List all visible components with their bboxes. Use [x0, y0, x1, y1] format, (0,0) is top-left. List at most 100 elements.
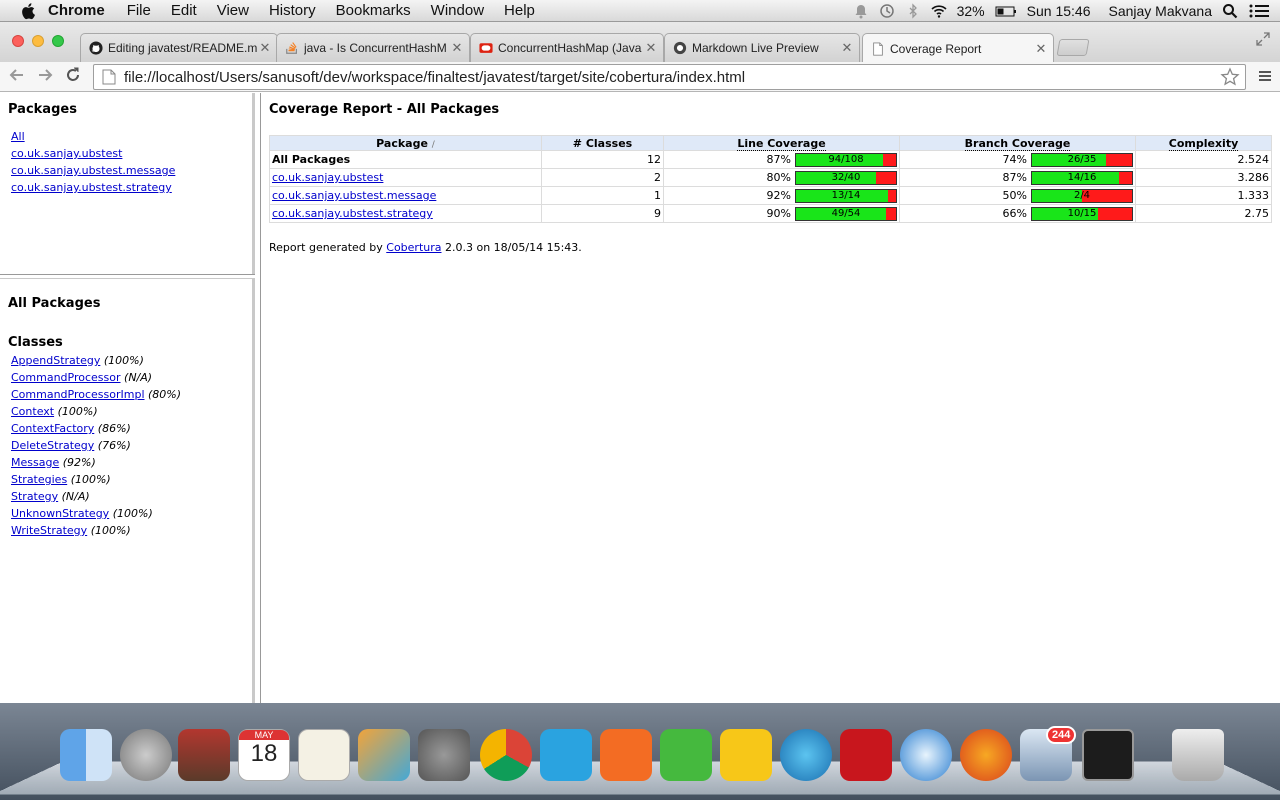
menu-file[interactable]: File [127, 2, 151, 19]
class-link[interactable]: Strategy [11, 490, 58, 503]
menu-view[interactable]: View [217, 2, 249, 19]
menu-history[interactable]: History [269, 2, 316, 19]
tab-title: Markdown Live Preview [692, 41, 819, 55]
column-header-complexity[interactable]: Complexity [1135, 135, 1272, 151]
class-link[interactable]: DeleteStrategy [11, 439, 94, 452]
package-link[interactable]: co.uk.sanjay.ubstest.message [11, 164, 175, 177]
class-link[interactable]: Strategies [11, 473, 67, 486]
package-link[interactable]: co.uk.sanjay.ubstest [11, 147, 122, 160]
outlook-icon[interactable] [720, 729, 772, 781]
tab-close-icon[interactable]: ✕ [257, 40, 273, 56]
bluetooth-icon[interactable] [905, 3, 921, 19]
column-header-package[interactable]: Package / [269, 135, 542, 151]
finder-icon[interactable] [60, 729, 112, 781]
excel-icon[interactable] [660, 729, 712, 781]
zoom-window-button[interactable] [52, 35, 64, 47]
column-header-line-coverage[interactable]: Line Coverage [663, 135, 900, 151]
intellij-icon[interactable] [358, 729, 410, 781]
powerpoint-icon[interactable] [600, 729, 652, 781]
package-link-all[interactable]: All [11, 130, 25, 143]
forward-button[interactable] [34, 66, 56, 88]
class-link[interactable]: Message [11, 456, 59, 469]
reload-button[interactable] [62, 66, 84, 88]
tab-github[interactable]: Editing javatest/README.m ✕ [80, 33, 278, 62]
class-link[interactable]: AppendStrategy [11, 354, 100, 367]
class-link[interactable]: ContextFactory [11, 422, 94, 435]
class-link[interactable]: CommandProcessorImpl [11, 388, 145, 401]
notification-center-icon[interactable] [1248, 3, 1270, 19]
notification-bell-icon[interactable] [853, 3, 869, 19]
class-coverage-percent: (80%) [148, 388, 182, 401]
menu-help[interactable]: Help [504, 2, 535, 19]
column-header-classes[interactable]: # Classes [541, 135, 664, 151]
menu-edit[interactable]: Edit [171, 2, 197, 19]
apple-icon[interactable] [20, 2, 38, 20]
menu-app-name[interactable]: Chrome [48, 2, 105, 19]
package-link[interactable]: co.uk.sanjay.ubstest [272, 171, 383, 184]
cell-package: co.uk.sanjay.ubstest [269, 168, 542, 187]
menu-bookmarks[interactable]: Bookmarks [336, 2, 411, 19]
download-icon[interactable] [780, 729, 832, 781]
tab-close-icon[interactable]: ✕ [643, 40, 659, 56]
cell-classes: 12 [541, 150, 664, 169]
photo-booth-icon[interactable] [178, 729, 230, 781]
package-link[interactable]: co.uk.sanjay.ubstest.message [272, 189, 436, 202]
url-text[interactable]: file://localhost/Users/sanusoft/dev/work… [124, 69, 1220, 86]
class-link[interactable]: Context [11, 405, 54, 418]
menubar-clock[interactable]: Sun 15:46 [1027, 3, 1091, 19]
class-link[interactable]: WriteStrategy [11, 524, 87, 537]
cell-branch-coverage: 66% 10/15 [899, 204, 1136, 223]
tab-stackoverflow[interactable]: java - Is ConcurrentHashM ✕ [276, 33, 470, 62]
firefox-icon[interactable] [960, 729, 1012, 781]
fullscreen-icon[interactable] [1256, 32, 1270, 46]
line-coverage-percent: 80% [766, 171, 791, 184]
page-icon [873, 41, 883, 56]
wifi-icon[interactable] [931, 3, 947, 19]
word-icon[interactable] [540, 729, 592, 781]
package-link[interactable]: co.uk.sanjay.ubstest.strategy [11, 181, 172, 194]
tab-close-icon[interactable]: ✕ [1033, 41, 1049, 57]
list-item: Context (100%) [11, 403, 181, 420]
tab-markdown-preview[interactable]: Markdown Live Preview ✕ [664, 33, 860, 62]
menubar-user[interactable]: Sanjay Makvana [1108, 3, 1212, 19]
new-tab-button[interactable] [1056, 39, 1090, 56]
minimize-window-button[interactable] [32, 35, 44, 47]
cell-line-coverage: 92% 13/14 [663, 186, 900, 205]
menu-window[interactable]: Window [431, 2, 484, 19]
cell-branch-coverage: 50% 2/4 [899, 186, 1136, 205]
reminders-icon[interactable] [298, 729, 350, 781]
tab-title: java - Is ConcurrentHashM [304, 41, 447, 55]
trash-icon[interactable] [1172, 729, 1224, 781]
chrome-icon[interactable] [480, 729, 532, 781]
tab-oracle[interactable]: ConcurrentHashMap (Java ✕ [470, 33, 664, 62]
safari-icon[interactable] [900, 729, 952, 781]
column-header-branch-coverage[interactable]: Branch Coverage [899, 135, 1136, 151]
class-coverage-percent: (86%) [97, 422, 131, 435]
class-link[interactable]: CommandProcessor [11, 371, 121, 384]
table-row: All Packages 12 87% 94/108 74% 26/35 2.524 [269, 150, 1272, 169]
spotlight-search-icon[interactable] [1222, 3, 1238, 19]
battery-icon[interactable] [995, 3, 1017, 19]
back-button[interactable] [6, 66, 28, 88]
acrobat-icon[interactable] [840, 729, 892, 781]
launchpad-icon[interactable] [120, 729, 172, 781]
package-link[interactable]: co.uk.sanjay.ubstest.strategy [272, 207, 433, 220]
close-window-button[interactable] [12, 35, 24, 47]
cobertura-link[interactable]: Cobertura [386, 241, 441, 254]
bookmark-star-icon[interactable] [1220, 67, 1240, 87]
class-link[interactable]: UnknownStrategy [11, 507, 109, 520]
calendar-icon[interactable]: MAY 18 [238, 729, 290, 781]
address-bar[interactable]: file://localhost/Users/sanusoft/dev/work… [93, 64, 1246, 90]
tab-close-icon[interactable]: ✕ [449, 40, 465, 56]
terminal-icon[interactable] [1082, 729, 1134, 781]
tab-title: Coverage Report [890, 41, 982, 56]
chrome-menu-icon[interactable] [1258, 69, 1272, 83]
tab-coverage-report[interactable]: Coverage Report ✕ [862, 33, 1054, 63]
list-item: UnknownStrategy (100%) [11, 505, 181, 522]
list-item: Message (92%) [11, 454, 181, 471]
class-coverage-percent: (92%) [62, 456, 96, 469]
time-machine-icon[interactable] [879, 3, 895, 19]
cell-line-coverage: 90% 49/54 [663, 204, 900, 223]
tab-close-icon[interactable]: ✕ [839, 40, 855, 56]
system-preferences-icon[interactable] [418, 729, 470, 781]
